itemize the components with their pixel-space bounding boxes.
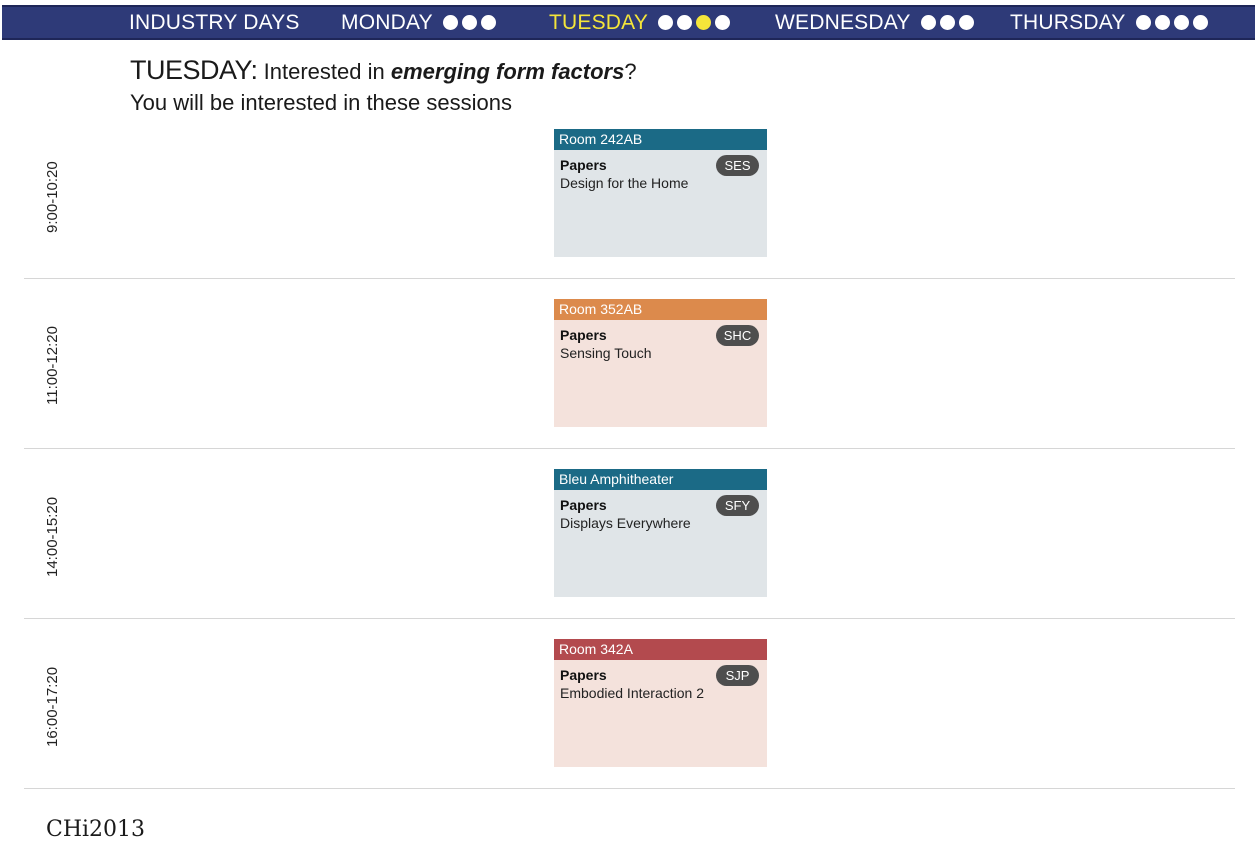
- nav-item-label: INDUSTRY DAYS: [129, 10, 300, 34]
- current-dot-icon: [696, 15, 712, 30]
- page-title: TUESDAY: Interested in emerging form fac…: [130, 55, 637, 87]
- session-title: Embodied Interaction 2: [560, 685, 704, 701]
- session-room: Room 342A: [554, 639, 767, 660]
- nav-item-wednesday[interactable]: WEDNESDAY: [775, 7, 974, 38]
- page-title-topic: emerging form factors: [390, 59, 625, 84]
- time-slot: 11:00-12:20 Room 352AB Papers Sensing To…: [24, 279, 1235, 449]
- dot-icon: [442, 15, 458, 30]
- nav-item-label: WEDNESDAY: [775, 10, 911, 34]
- dot-icon: [958, 15, 974, 30]
- session-code-badge: SHC: [716, 325, 759, 346]
- session-room: Room 352AB: [554, 299, 767, 320]
- session-title: Sensing Touch: [560, 345, 652, 361]
- dot-icon: [920, 15, 936, 30]
- session-card[interactable]: Bleu Amphitheater Papers Displays Everyw…: [554, 469, 767, 597]
- nav-item-thursday[interactable]: THURSDAY: [1010, 7, 1208, 38]
- time-slot-label: 16:00-17:20: [44, 666, 61, 747]
- time-slot: 16:00-17:20 Room 342A Papers Embodied In…: [24, 619, 1235, 789]
- nav-dots: [920, 15, 974, 30]
- nav-item-tuesday[interactable]: TUESDAY: [549, 7, 731, 38]
- dot-icon: [1192, 15, 1208, 30]
- session-code-badge: SES: [716, 155, 759, 176]
- time-slot: 14:00-15:20 Bleu Amphitheater Papers Dis…: [24, 449, 1235, 619]
- page-title-suffix: ?: [624, 59, 637, 84]
- dot-icon: [1154, 15, 1170, 30]
- nav-dots: [1135, 15, 1208, 30]
- session-code-badge: SJP: [716, 665, 759, 686]
- dot-icon: [461, 15, 477, 30]
- nav-item-label: TUESDAY: [549, 10, 649, 34]
- time-slot-label: 14:00-15:20: [44, 496, 61, 577]
- day-navigation-bar: INDUSTRY DAYS MONDAY TUESDAY WEDNESDAY T…: [2, 5, 1255, 40]
- dot-icon: [1173, 15, 1189, 30]
- nav-dots: [442, 15, 496, 30]
- time-slot-label: 11:00-12:20: [44, 326, 61, 405]
- dot-icon: [1135, 15, 1151, 30]
- session-card-body: Papers Sensing Touch SHC: [554, 320, 767, 427]
- chi-logo: CHi2013: [46, 817, 146, 842]
- session-code-badge: SFY: [716, 495, 759, 516]
- nav-item-industry-days[interactable]: INDUSTRY DAYS: [129, 7, 300, 38]
- page-title-day: TUESDAY:: [130, 55, 258, 85]
- session-room: Bleu Amphitheater: [554, 469, 767, 490]
- session-room: Room 242AB: [554, 129, 767, 150]
- dot-icon: [658, 15, 674, 30]
- session-title: Displays Everywhere: [560, 515, 691, 531]
- dot-icon: [677, 15, 693, 30]
- session-card-body: Papers Design for the Home SES: [554, 150, 767, 257]
- time-slot-label: 9:00-10:20: [44, 161, 61, 233]
- dot-icon: [480, 15, 496, 30]
- nav-item-label: MONDAY: [341, 10, 433, 34]
- session-card[interactable]: Room 352AB Papers Sensing Touch SHC: [554, 299, 767, 427]
- time-slot: 9:00-10:20 Room 242AB Papers Design for …: [24, 109, 1235, 279]
- session-title: Design for the Home: [560, 175, 689, 191]
- nav-item-monday[interactable]: MONDAY: [341, 7, 496, 38]
- session-card-body: Papers Displays Everywhere SFY: [554, 490, 767, 597]
- dot-icon: [715, 15, 731, 30]
- page-title-prefix: Interested in: [257, 59, 391, 84]
- nav-dots: [658, 15, 731, 30]
- session-card[interactable]: Room 242AB Papers Design for the Home SE…: [554, 129, 767, 257]
- session-card-body: Papers Embodied Interaction 2 SJP: [554, 660, 767, 767]
- nav-item-label: THURSDAY: [1010, 10, 1126, 34]
- session-card[interactable]: Room 342A Papers Embodied Interaction 2 …: [554, 639, 767, 767]
- dot-icon: [939, 15, 955, 30]
